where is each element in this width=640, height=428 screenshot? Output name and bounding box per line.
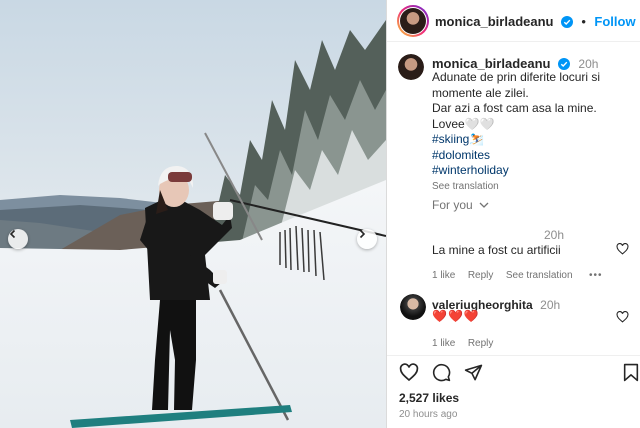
hashtag-link[interactable]: #skiing⛷️ [432, 132, 637, 148]
for-you-label: For you [432, 198, 473, 212]
comment-time: 20h [544, 228, 565, 242]
caption-time: 20h [578, 57, 599, 71]
post-header: monica_birladeanu • Follow [387, 0, 640, 42]
comment-time: 20h [540, 298, 561, 312]
comment-reply-button[interactable]: Reply [468, 338, 494, 349]
post-time-ago: 20 hours ago [399, 409, 458, 420]
comment-actions: 1 like Reply [432, 333, 493, 351]
follow-button[interactable]: Follow [594, 14, 635, 29]
caption-line: Adunate de prin diferite locuri si [432, 70, 601, 84]
comment-reply-button[interactable]: Reply [468, 270, 494, 281]
author-avatar[interactable] [397, 5, 429, 37]
caption-body: Adunate de prin diferite locuri si momen… [432, 70, 637, 194]
likes-count[interactable]: 2,527 likes [399, 391, 459, 405]
comment-actions: 1 like Reply See translation ••• [432, 265, 603, 283]
caption-line: Lovee🤍🤍 [432, 116, 495, 131]
caption-line: momente ale zilei. [432, 85, 529, 100]
caption-username[interactable]: monica_birladeanu [432, 56, 550, 71]
post-side-panel: monica_birladeanu • Follow monica_birlad… [386, 0, 640, 428]
share-icon[interactable] [464, 363, 483, 382]
for-you-toggle[interactable]: For you [432, 198, 489, 212]
comment-likes[interactable]: 1 like [432, 270, 455, 281]
heart-icon[interactable] [616, 311, 629, 323]
header-separator: • [581, 14, 586, 29]
comment-text: La mine a fost cu artificii [432, 243, 561, 257]
hashtag-link[interactable]: #winterholiday [432, 163, 637, 179]
post-actions-bar: 2,527 likes 20 hours ago [387, 355, 640, 428]
chevron-down-icon [479, 202, 489, 208]
header-username[interactable]: monica_birladeanu [435, 14, 553, 29]
chevron-left-icon [9, 229, 16, 239]
comment-more-button[interactable]: ••• [589, 270, 603, 281]
hashtag-link[interactable]: #dolomites [432, 148, 637, 164]
carousel-next-button[interactable] [357, 229, 377, 249]
verified-icon [557, 58, 570, 70]
ski-scene-illustration [0, 0, 386, 428]
comment-see-translation[interactable]: See translation [506, 270, 573, 281]
comment-icon[interactable] [432, 363, 451, 382]
bookmark-icon[interactable] [623, 363, 639, 382]
comment-text: ❤️❤️❤️ [432, 309, 480, 323]
heart-icon[interactable] [616, 243, 629, 255]
post-photo [0, 0, 386, 428]
caption-line: Dar azi a fost cam asa la mine. [432, 101, 597, 115]
carousel-prev-button[interactable] [8, 229, 28, 249]
caption-see-translation[interactable]: See translation [432, 179, 637, 195]
chevron-right-icon [359, 229, 366, 239]
caption-avatar[interactable] [398, 54, 424, 80]
heart-icon[interactable] [399, 363, 419, 382]
comment-likes[interactable]: 1 like [432, 338, 455, 349]
verified-icon [560, 16, 573, 28]
commenter-avatar[interactable] [400, 294, 426, 320]
